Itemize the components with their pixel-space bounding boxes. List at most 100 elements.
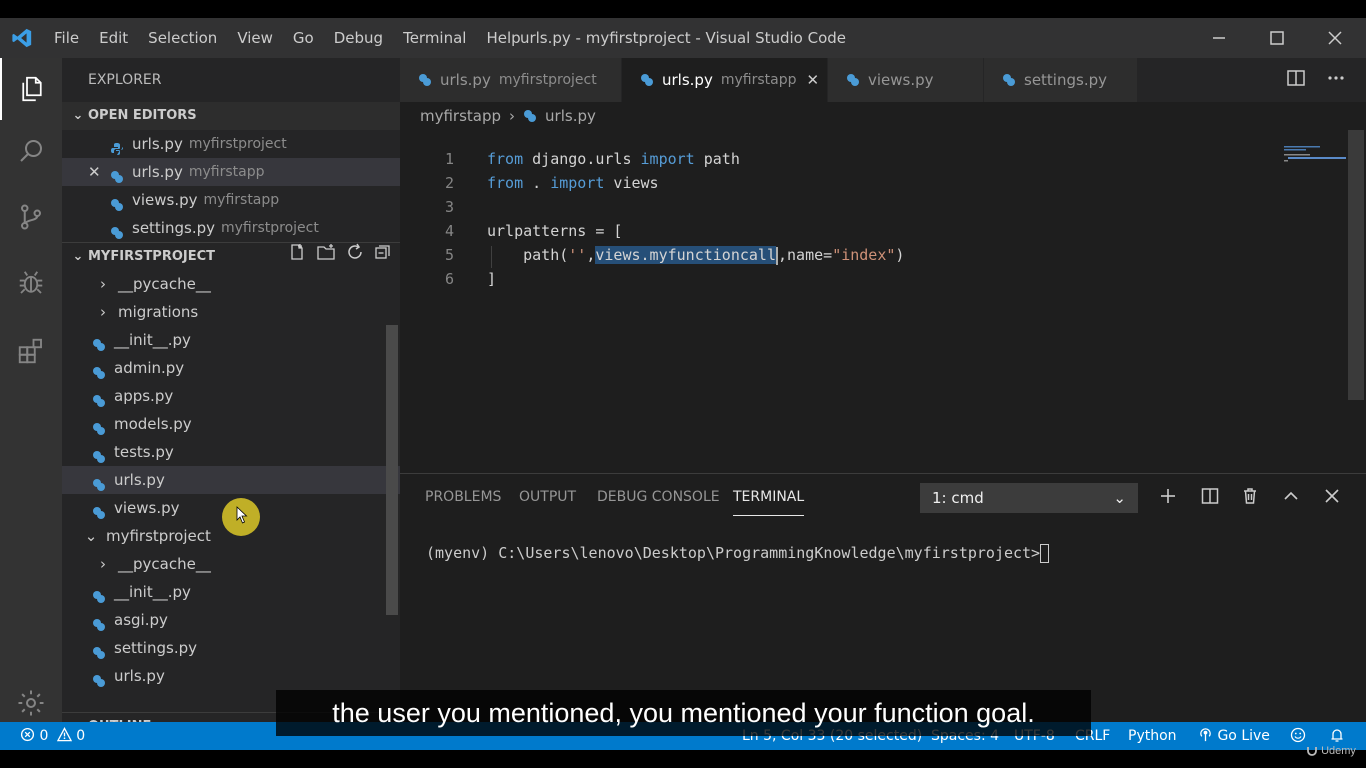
maximize-panel-icon[interactable]	[1279, 484, 1303, 508]
menu-help[interactable]: Help	[476, 18, 530, 58]
python-file-icon	[92, 389, 106, 407]
feedback-smiley-icon[interactable]	[1290, 722, 1306, 750]
sidebar-scrollbar[interactable]	[386, 325, 398, 615]
python-file-icon	[640, 73, 654, 87]
tree-file[interactable]: urls.py	[62, 662, 400, 690]
line-number: 5	[444, 246, 454, 264]
tab-settings[interactable]: settings.py	[984, 58, 1138, 102]
source-control-activity-icon[interactable]	[0, 186, 62, 248]
python-file-icon	[92, 669, 106, 687]
explorer-title: EXPLORER	[88, 72, 162, 88]
menu-go[interactable]: Go	[283, 18, 324, 58]
tree-file[interactable]: models.py	[62, 410, 400, 438]
python-file-icon	[92, 641, 106, 659]
menu-debug[interactable]: Debug	[324, 18, 393, 58]
indent-guide	[491, 246, 492, 268]
terminal-select-dropdown[interactable]: 1: cmd ⌄	[920, 483, 1138, 513]
breadcrumb: myfirstapp › urls.py	[420, 104, 596, 128]
tree-folder[interactable]: › migrations	[62, 298, 400, 326]
chevron-down-icon: ⌄	[72, 108, 84, 123]
maximize-button[interactable]	[1248, 18, 1306, 58]
open-editors-header[interactable]: ⌄ OPEN EDITORS	[62, 102, 400, 130]
tree-file[interactable]: tests.py	[62, 438, 400, 466]
python-file-icon	[92, 417, 106, 435]
tab-views[interactable]: views.py	[828, 58, 984, 102]
tree-file[interactable]: settings.py	[62, 634, 400, 662]
editor-tabs: urls.py myfirstproject urls.py myfirstap…	[400, 58, 1366, 102]
tree-file[interactable]: asgi.py	[62, 606, 400, 634]
menu-selection[interactable]: Selection	[138, 18, 227, 58]
python-file-icon	[110, 193, 124, 211]
open-editor-item[interactable]: urls.py myfirstproject	[62, 130, 400, 158]
tree-folder[interactable]: › __pycache__	[62, 550, 400, 578]
editor-scrollbar[interactable]	[1348, 130, 1364, 400]
terminal-output[interactable]: (myenv) C:\Users\lenovo\Desktop\Programm…	[426, 544, 1050, 563]
close-tab-icon[interactable]: ✕	[806, 71, 819, 89]
more-actions-icon[interactable]	[1326, 68, 1346, 92]
code-line-5: path('',views.myfunctioncall ,name="index…	[487, 246, 905, 265]
debug-activity-icon[interactable]	[0, 252, 62, 314]
chevron-right-icon: ›	[68, 713, 88, 723]
python-file-icon	[523, 109, 537, 123]
new-folder-icon[interactable]	[316, 243, 336, 272]
tab-output[interactable]: OUTPUT	[519, 474, 576, 520]
python-file-icon	[92, 445, 106, 463]
activity-bar	[0, 58, 62, 722]
chevron-right-icon: ›	[509, 107, 516, 125]
title-bar: File Edit Selection View Go Debug Termin…	[0, 18, 1366, 58]
menu-view[interactable]: View	[227, 18, 283, 58]
warning-icon	[56, 727, 72, 742]
tab-problems[interactable]: PROBLEMS	[425, 474, 501, 520]
tree-file[interactable]: __init__.py	[62, 326, 400, 354]
tab-debug-console[interactable]: DEBUG CONSOLE	[597, 474, 720, 520]
tree-file[interactable]: admin.py	[62, 354, 400, 382]
extensions-activity-icon[interactable]	[0, 320, 62, 382]
close-window-button[interactable]	[1306, 18, 1364, 58]
chevron-right-icon: ›	[100, 275, 106, 293]
minimize-button[interactable]	[1190, 18, 1248, 58]
menu-edit[interactable]: Edit	[89, 18, 138, 58]
problems-status[interactable]: 0 0	[20, 722, 85, 750]
code-editor[interactable]: 1 2 3 4 5 6 from django.urls import path…	[400, 130, 1366, 472]
split-editor-icon[interactable]	[1286, 68, 1306, 92]
collapse-all-icon[interactable]	[374, 243, 392, 272]
go-live-status[interactable]: Go Live	[1198, 722, 1270, 750]
open-editor-item[interactable]: settings.py myfirstproject	[62, 214, 400, 242]
refresh-icon[interactable]	[346, 243, 364, 272]
tree-file-selected[interactable]: urls.py	[62, 466, 400, 494]
code-line-2: from . import views	[487, 174, 659, 192]
bottom-panel: PROBLEMS OUTPUT DEBUG CONSOLE TERMINAL 1…	[400, 473, 1366, 722]
split-terminal-icon[interactable]	[1198, 484, 1222, 508]
tree-file[interactable]: __init__.py	[62, 578, 400, 606]
minimap[interactable]	[1284, 144, 1346, 164]
python-file-icon	[92, 585, 106, 603]
tab-urls-myfirstproject[interactable]: urls.py myfirstproject	[400, 58, 622, 102]
vscode-window: File Edit Selection View Go Debug Termin…	[0, 18, 1366, 750]
language-status[interactable]: Python	[1128, 722, 1177, 750]
menu-terminal[interactable]: Terminal	[393, 18, 476, 58]
menu-file[interactable]: File	[44, 18, 89, 58]
new-terminal-icon[interactable]	[1156, 484, 1180, 508]
project-header[interactable]: ⌄ MYFIRSTPROJECT	[62, 242, 400, 270]
close-editor-icon[interactable]: ✕	[88, 158, 110, 186]
open-editor-item[interactable]: ✕ urls.py myfirstapp	[62, 158, 400, 186]
tree-folder[interactable]: › __pycache__	[62, 270, 400, 298]
explorer-sidebar: EXPLORER ⌄ OPEN EDITORS urls.py myfirstp…	[62, 58, 400, 722]
close-panel-icon[interactable]	[1320, 484, 1344, 508]
trash-icon[interactable]	[1238, 484, 1262, 508]
chevron-right-icon: ›	[100, 303, 106, 321]
tab-urls-myfirstapp[interactable]: urls.py myfirstapp ✕	[622, 58, 828, 102]
tree-file[interactable]: apps.py	[62, 382, 400, 410]
python-file-icon	[92, 473, 106, 491]
error-icon	[20, 727, 35, 742]
python-file-icon	[110, 137, 124, 155]
breadcrumb-file[interactable]: urls.py	[545, 107, 596, 125]
line-number: 4	[444, 222, 454, 240]
tab-terminal[interactable]: TERMINAL	[733, 474, 805, 516]
new-file-icon[interactable]	[288, 243, 306, 272]
code-line-4: urlpatterns = [	[487, 222, 623, 240]
breadcrumb-folder[interactable]: myfirstapp	[420, 107, 501, 125]
explorer-activity-icon[interactable]	[0, 58, 62, 120]
open-editor-item[interactable]: views.py myfirstapp	[62, 186, 400, 214]
search-activity-icon[interactable]	[0, 120, 62, 182]
